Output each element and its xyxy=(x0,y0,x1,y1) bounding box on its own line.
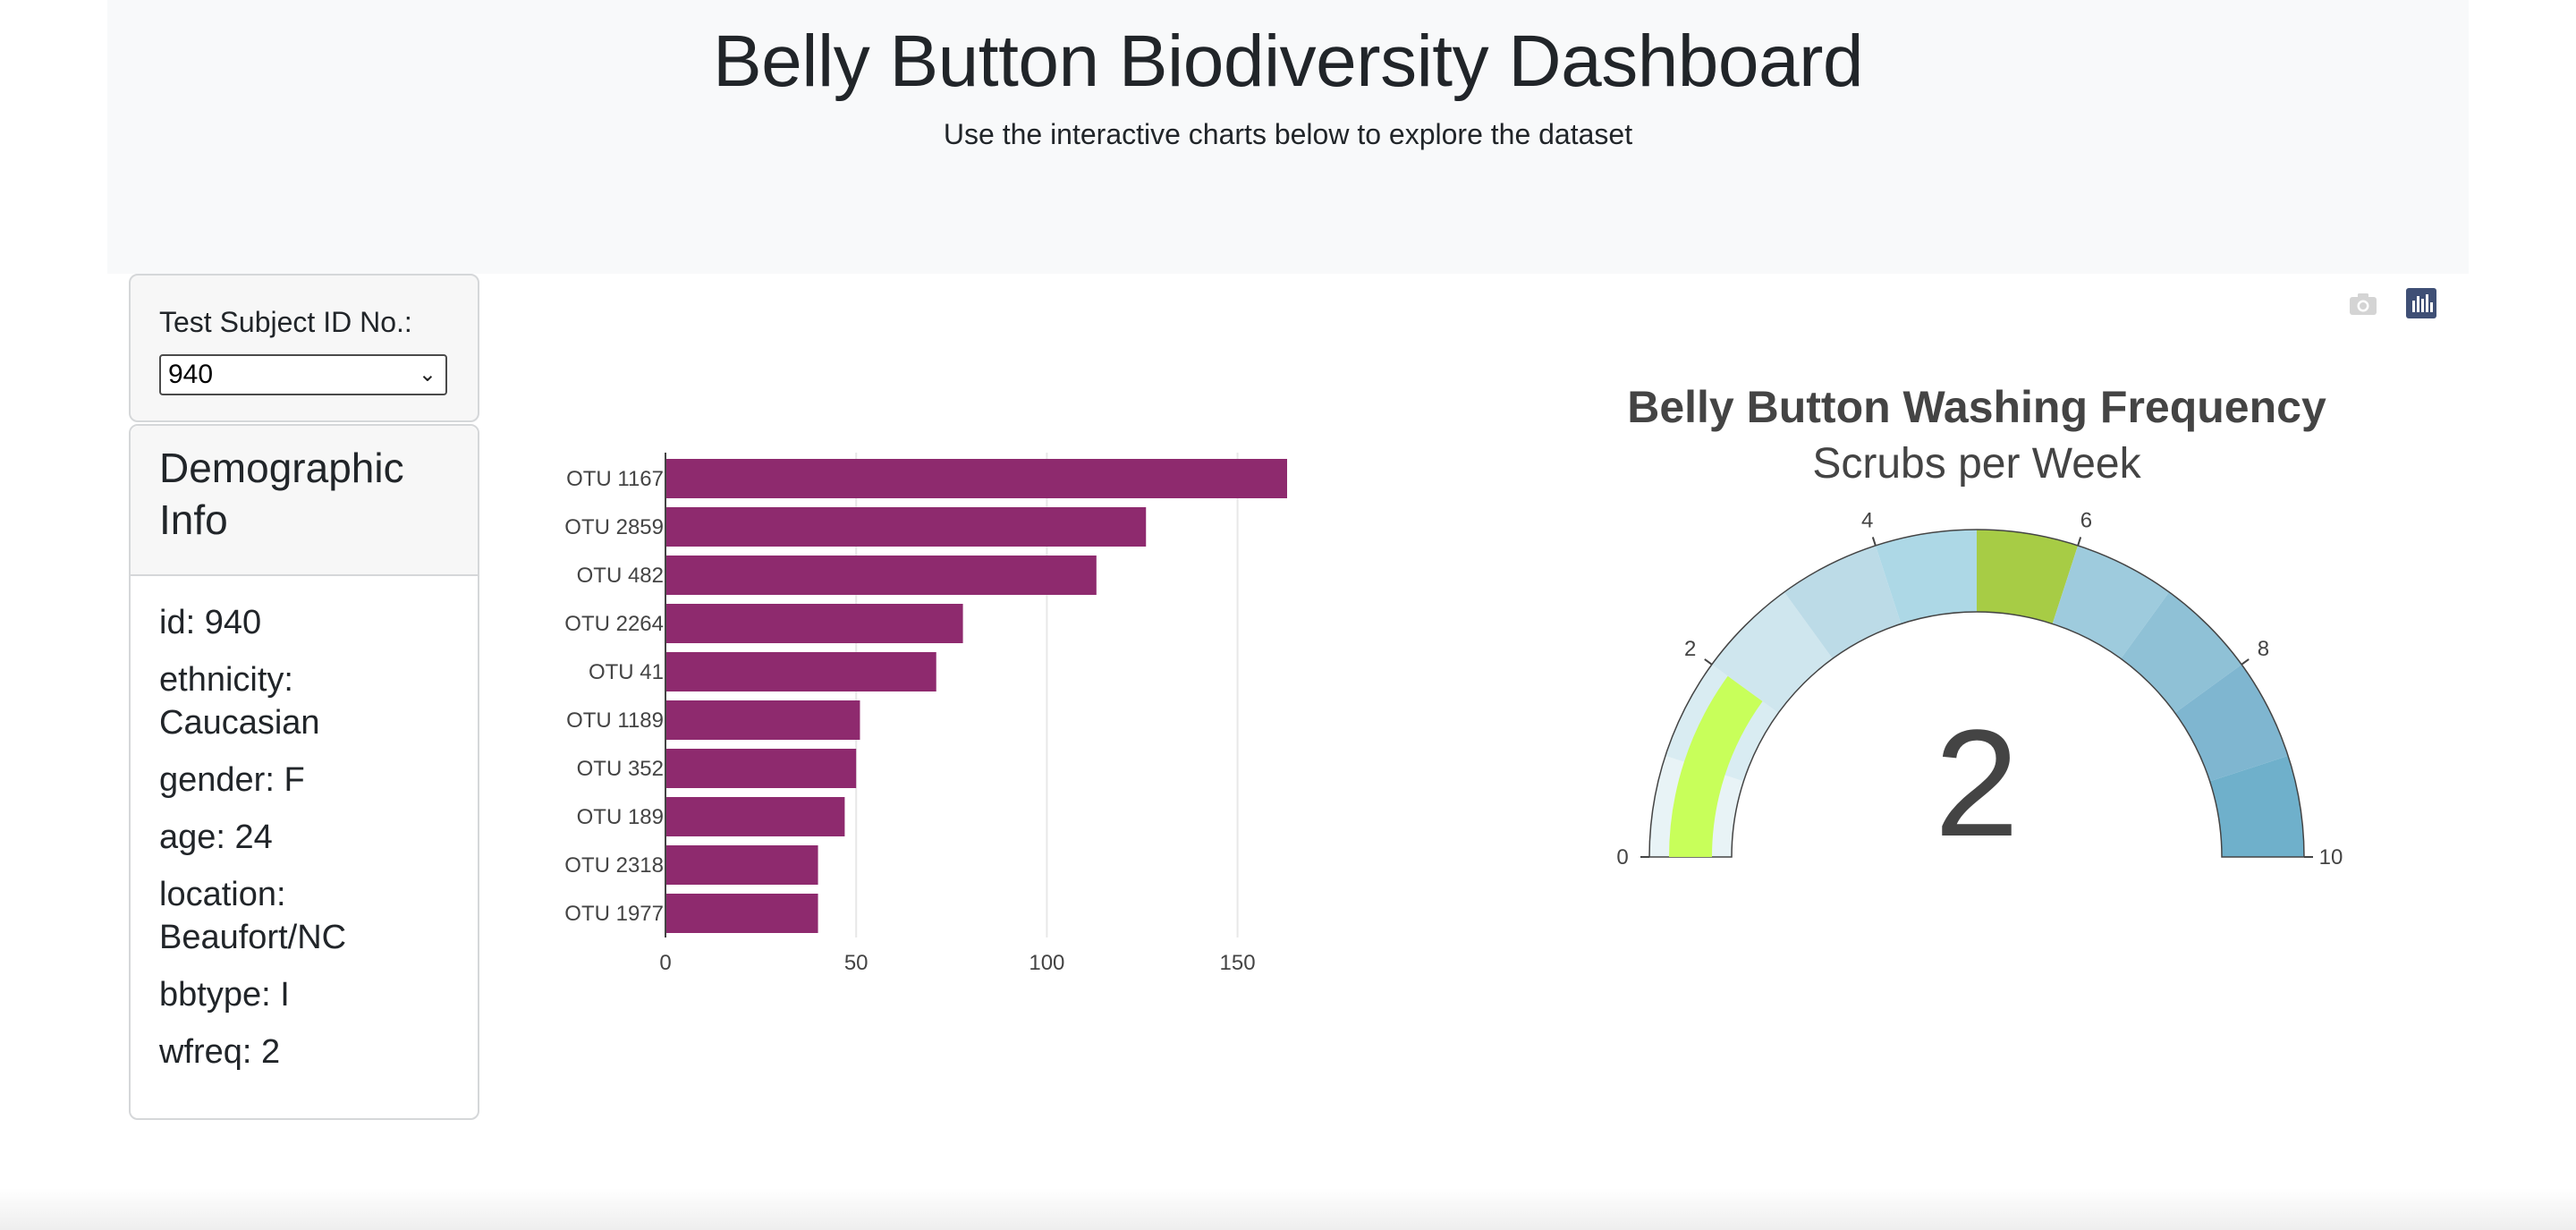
demographic-info-header: Demographic Info xyxy=(131,426,478,576)
bar-x-tick-label: 50 xyxy=(844,951,869,975)
gauge-tick-label: 0 xyxy=(1616,845,1628,869)
gauge-tick-label: 4 xyxy=(1861,508,1873,532)
gauge-subtitle: Scrubs per Week xyxy=(1812,440,2141,488)
bar-category-label: OTU 1189 xyxy=(566,708,664,733)
bar-x-tick-label: 100 xyxy=(1029,951,1064,975)
chevron-down-icon: ⌄ xyxy=(418,362,436,386)
bar-otu[interactable] xyxy=(665,459,1287,498)
bar-category-label: OTU 189 xyxy=(577,805,664,829)
washing-frequency-gauge: Belly Button Washing Frequency Scrubs pe… xyxy=(1616,382,2343,869)
plotly-logo-icon[interactable] xyxy=(2406,288,2436,318)
gauge-tick xyxy=(2241,658,2250,666)
page-bottom-edge xyxy=(0,1188,2576,1230)
bar-category-label: OTU 2318 xyxy=(564,853,664,878)
subject-id-select[interactable]: 940 ⌄ xyxy=(159,354,447,395)
gauge-tick-label: 8 xyxy=(2258,637,2269,661)
bar-x-tick-label: 150 xyxy=(1220,951,1256,975)
gauge-tick-label: 6 xyxy=(2080,508,2092,532)
bar-otu[interactable] xyxy=(665,700,860,740)
subject-select-card: Test Subject ID No.: 940 ⌄ xyxy=(129,274,479,422)
demographic-info-body: id: 940 ethnicity: Caucasian gender: F a… xyxy=(159,601,454,1088)
bar-otu[interactable] xyxy=(665,604,963,643)
top-otu-bar-chart: 0 50 100 150 OTU 1167 OTU 2859 OTU 482 OTU 2264… xyxy=(564,453,1287,975)
demo-row-ethnicity: ethnicity: Caucasian xyxy=(159,661,320,742)
bar-category-label: OTU 2264 xyxy=(564,612,664,636)
bar-otu[interactable] xyxy=(665,894,818,933)
bar-category-label: OTU 1167 xyxy=(566,467,664,491)
bar-category-label: OTU 1977 xyxy=(564,902,664,926)
bar-category-label: OTU 2859 xyxy=(564,515,664,539)
bar-otu[interactable] xyxy=(665,556,1097,595)
gauge-tick xyxy=(1871,537,1877,547)
camera-icon[interactable] xyxy=(2347,290,2379,318)
bar-otu[interactable] xyxy=(665,652,936,691)
bar-category-label: OTU 352 xyxy=(577,757,664,781)
gauge-tick xyxy=(1704,658,1713,666)
demo-row-wfreq: wfreq: 2 xyxy=(159,1033,281,1071)
bar-category-label: OTU 482 xyxy=(577,564,664,588)
gauge-tick xyxy=(2077,537,2082,547)
bar-otu[interactable] xyxy=(665,749,857,788)
page-subtitle: Use the interactive charts below to expl… xyxy=(943,118,1633,150)
bar-x-tick-label: 0 xyxy=(659,951,671,975)
bar-otu[interactable] xyxy=(665,507,1147,547)
gauge-value-number: 2 xyxy=(1935,699,2020,869)
gauge-title: Belly Button Washing Frequency xyxy=(1627,382,2326,432)
demo-row-age: age: 24 xyxy=(159,819,273,856)
subject-select-label: Test Subject ID No.: xyxy=(159,306,412,338)
demo-row-gender: gender: F xyxy=(159,761,305,799)
demo-row-location: location: Beaufort/NC xyxy=(159,876,347,956)
demo-row-id: id: 940 xyxy=(159,604,262,641)
demo-row-bbtype: bbtype: I xyxy=(159,976,290,1014)
bar-otu[interactable] xyxy=(665,845,818,885)
bar-category-label: OTU 41 xyxy=(589,660,664,684)
gauge-tick-label: 10 xyxy=(2319,845,2343,869)
header-jumbotron: Belly Button Biodiversity Dashboard Use … xyxy=(107,0,2469,274)
demographic-info-card: Demographic Info id: 940 ethnicity: Cauc… xyxy=(129,424,479,1120)
page-title: Belly Button Biodiversity Dashboard xyxy=(712,21,1864,102)
subject-id-value: 940 xyxy=(168,360,214,389)
demographic-info-title: Demographic Info xyxy=(159,445,404,543)
bar-otu[interactable] xyxy=(665,797,845,836)
gauge-tick-label: 2 xyxy=(1684,637,1696,661)
